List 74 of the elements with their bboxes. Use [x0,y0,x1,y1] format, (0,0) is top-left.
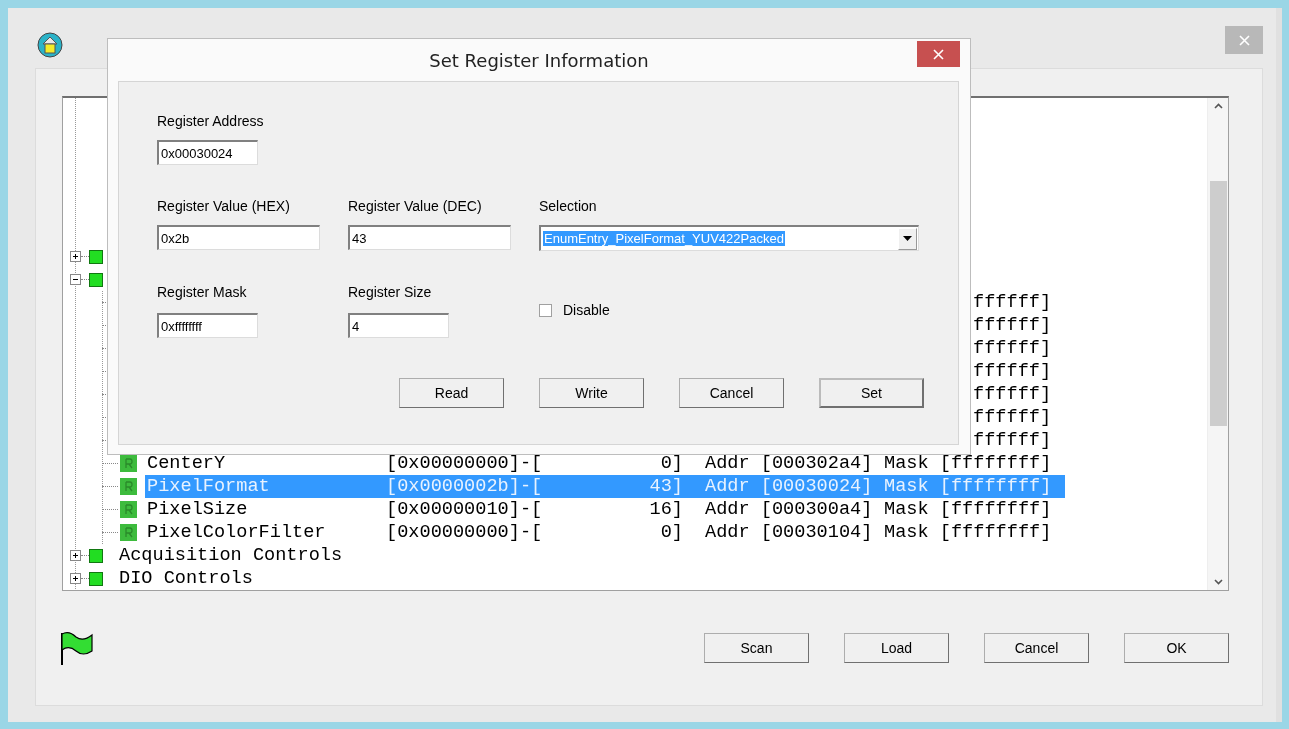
close-icon [1238,34,1250,46]
register-address: Addr [000302a4] [705,452,873,475]
register-address: Addr [00030024] [705,475,873,498]
dialog-button[interactable]: Cancel [679,378,784,408]
register-name: CenterY [147,452,227,475]
group-icon [89,272,103,287]
register-value: [0x00000010]-[ [386,498,543,521]
register-mask: ffffff] [973,383,1052,406]
register-mask: Mask [ffffffff] [884,475,1052,498]
dialog-button[interactable]: Scan [704,633,809,663]
register-mask: ffffff] [973,429,1052,452]
input-field[interactable]: 0x00030024 [157,140,258,165]
scrollbar[interactable] [1207,98,1228,590]
register-name: PixelColorFilter [147,521,327,544]
register-decimal: 43] [648,475,683,498]
register-value: [0x00000000]-[ [386,452,543,475]
register-decimal: 16] [648,498,683,521]
register-mask: ffffff] [973,360,1052,383]
close-icon [933,48,944,60]
register-icon [120,455,137,472]
register-name: PixelFormat [147,475,271,498]
dialog-button[interactable]: Read [399,378,504,408]
register-address: Addr [000300a4] [705,498,873,521]
register-name: PixelSize [147,498,249,521]
register-value: [0x00000000]-[ [386,521,543,544]
register-icon [120,501,137,518]
register-value: [0x0000002b]-[ [386,475,543,498]
input-field[interactable]: 0xffffffff [157,313,258,338]
field-label: Register Mask [157,283,248,301]
field-label: Register Address [157,112,264,130]
flag-icon [59,629,95,667]
tree-item[interactable]: CenterY [0x00000000]-[ 0] Addr [000302a4] Mask [ffffffff] [145,452,1065,475]
group-icon [89,249,103,264]
scroll-thumb[interactable] [1209,181,1227,426]
field-label: Register Size [348,283,433,301]
dialog-button[interactable]: Write [539,378,644,408]
register-decimal: 0] [659,521,683,544]
dialog-button[interactable]: Cancel [984,633,1089,663]
dialog-button[interactable]: Set [819,378,924,408]
input-field[interactable]: 4 [348,313,449,338]
close-button[interactable] [917,41,960,67]
tree-item[interactable]: Acquisition Controls [117,544,345,567]
tree-item[interactable]: PixelSize [0x00000010]-[ 16] Addr [000300a4] Mask [ffffffff] [145,498,1065,521]
register-icon [120,478,137,495]
dropdown-arrow-icon [903,236,912,241]
register-mask: Mask [ffffffff] [884,521,1052,544]
input-field[interactable]: 0x2b [157,225,320,250]
register-mask: Mask [ffffffff] [884,498,1052,521]
field-label: Register Value (DEC) [348,197,483,215]
checkbox-label[interactable]: Disable [563,302,610,318]
group-icon [89,548,103,563]
register-mask: ffffff] [973,337,1052,360]
tree-item[interactable]: PixelColorFilter [0x00000000]-[ 0] Addr [00030104] Mask [ffffffff] [145,521,1065,544]
register-address: Addr [00030104] [705,521,873,544]
register-mask: ffffff] [973,314,1052,337]
register-mask: ffffff] [973,406,1052,429]
register-decimal: 0] [659,452,683,475]
expander-icon[interactable] [70,274,81,285]
group-icon [89,571,103,586]
field-label: Selection [539,197,598,215]
tree-item[interactable]: DIO Controls [117,567,255,590]
dialog-title: Set Register Information [429,49,649,71]
expander-icon[interactable] [70,550,81,561]
app-icon [37,32,63,58]
field-label: Register Value (HEX) [157,197,291,215]
expander-icon[interactable] [70,573,81,584]
expander-icon[interactable] [70,251,81,262]
dialog-button[interactable]: Load [844,633,949,663]
register-icon [120,524,137,541]
register-mask: Mask [ffffffff] [884,452,1052,475]
checkbox[interactable] [539,303,552,317]
register-mask: ffffff] [973,291,1052,314]
input-field[interactable]: 43 [348,225,511,250]
dialog-button[interactable]: OK [1124,633,1229,663]
